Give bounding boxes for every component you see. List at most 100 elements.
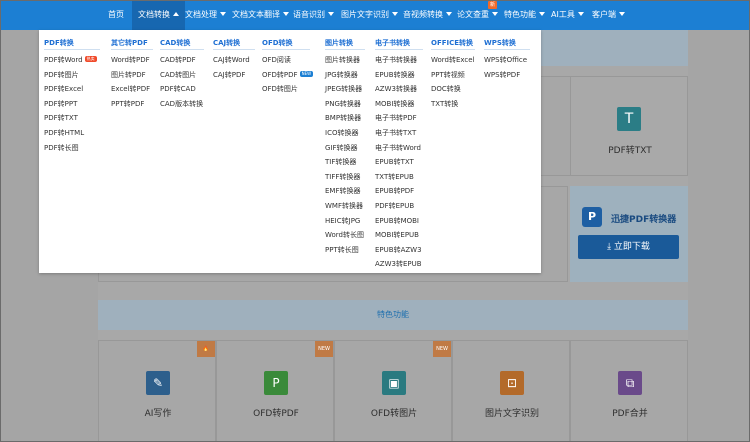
dropdown-item[interactable]: CAJ转Word: [213, 55, 250, 65]
nav-home[interactable]: 首页: [108, 0, 124, 30]
dropdown-item[interactable]: WMF转换器: [325, 201, 363, 211]
dropdown-item[interactable]: Word转长图: [325, 230, 364, 240]
dropdown-item[interactable]: PDF转TXT: [44, 113, 78, 123]
dropdown-item[interactable]: OFD转图片: [262, 84, 298, 94]
dropdown-item[interactable]: 图片转换器: [325, 55, 360, 65]
dropdown-item[interactable]: JPG转换器: [325, 70, 358, 80]
dropdown-item[interactable]: EPUB转换器: [375, 70, 415, 80]
download-button-label: 立即下载: [613, 242, 650, 252]
dropdown-item[interactable]: GIF转换器: [325, 143, 358, 153]
new-tag: NEW: [299, 70, 314, 77]
dropdown-item[interactable]: PDF转Excel: [44, 84, 83, 94]
dropdown-item[interactable]: ICO转换器: [325, 128, 358, 138]
dropdown-item[interactable]: PPT转PDF: [111, 99, 144, 109]
dropdown-item[interactable]: Excel转PDF: [111, 84, 150, 94]
feature-card[interactable]: ▣ OFD转图片 NEW: [334, 340, 452, 442]
dropdown-item[interactable]: PDF转长图: [44, 143, 79, 153]
dropdown-item[interactable]: MOBI转换器: [375, 99, 414, 109]
dropdown-item[interactable]: EPUB转PDF: [375, 186, 414, 196]
dropdown-column-divider: [111, 49, 153, 50]
dropdown-item[interactable]: TXT转EPUB: [375, 172, 414, 182]
nav-client[interactable]: 客户端: [592, 0, 625, 30]
dropdown-item[interactable]: BMP转换器: [325, 113, 361, 123]
dropdown-column-title[interactable]: 电子书转换: [375, 38, 410, 48]
dropdown-item[interactable]: CAD转图片: [160, 70, 196, 80]
dropdown-item[interactable]: JPEG转换器: [325, 84, 362, 94]
chevron-down-icon: [446, 12, 452, 16]
dropdown-item-label: EPUB转换器: [375, 70, 415, 79]
dropdown-column-title[interactable]: 图片转换: [325, 38, 353, 48]
feature-card[interactable]: ⧉ PDF合并: [570, 340, 688, 442]
dropdown-item[interactable]: PDF转CAD: [160, 84, 196, 94]
dropdown-item[interactable]: PDF转Word 热卖: [44, 55, 97, 65]
feature-card[interactable]: ⊡ 图片文字识别: [452, 340, 570, 442]
dropdown-item[interactable]: AZW3转EPUB: [375, 259, 422, 269]
nav-doc-process[interactable]: 文档处理: [185, 0, 226, 30]
feature-card[interactable]: ✎ AI写作 🔥: [98, 340, 216, 442]
dropdown-column-title[interactable]: CAD转换: [160, 38, 190, 48]
dropdown-item[interactable]: WPS转PDF: [484, 70, 520, 80]
dropdown-item[interactable]: TXT转换: [431, 99, 458, 109]
dropdown-item[interactable]: PPT转长图: [325, 245, 359, 255]
dropdown-item[interactable]: Word转Excel: [431, 55, 475, 65]
dropdown-item[interactable]: PPT转视频: [431, 70, 465, 80]
dropdown-column-title[interactable]: WPS转换: [484, 38, 516, 48]
dropdown-item[interactable]: TIF转换器: [325, 157, 356, 167]
dropdown-item[interactable]: CAD转PDF: [160, 55, 196, 65]
dropdown-item[interactable]: TIFF转换器: [325, 172, 360, 182]
dropdown-item[interactable]: MOBI转EPUB: [375, 230, 419, 240]
tool-card-pdf-txt[interactable]: T PDF转TXT: [570, 76, 688, 176]
dropdown-item[interactable]: DOC转换: [431, 84, 461, 94]
dropdown-item[interactable]: PNG转换器: [325, 99, 361, 109]
dropdown-item[interactable]: PDF转图片: [44, 70, 79, 80]
dropdown-item[interactable]: CAJ转PDF: [213, 70, 245, 80]
dropdown-item[interactable]: PDF转HTML: [44, 128, 84, 138]
dropdown-item[interactable]: AZW3转换器: [375, 84, 417, 94]
dropdown-item-label: OFD转图片: [262, 85, 298, 94]
dropdown-item[interactable]: 电子书转TXT: [375, 128, 416, 138]
dropdown-item[interactable]: EMF转换器: [325, 186, 361, 196]
nav-ai-tools[interactable]: AI工具: [551, 0, 584, 30]
dropdown-column-title[interactable]: PDF转换: [44, 38, 74, 48]
dropdown-item[interactable]: 图片转PDF: [111, 70, 146, 80]
nav-av-convert[interactable]: 音视频转换: [403, 0, 452, 30]
nav-speech[interactable]: 语音识别: [293, 0, 334, 30]
dropdown-item[interactable]: 电子书转换器: [375, 55, 417, 65]
dropdown-item[interactable]: CAD版本转换: [160, 99, 203, 109]
dropdown-item-label: PNG转换器: [325, 99, 361, 108]
nav-label: 文档处理: [185, 10, 217, 19]
pdf-converter-logo-icon: P: [582, 207, 602, 227]
dropdown-item-label: Word转Excel: [431, 56, 475, 64]
nav-doc-convert[interactable]: 文档转换: [132, 0, 185, 30]
dropdown-item[interactable]: EPUB转AZW3: [375, 245, 422, 255]
dropdown-item-label: PPT转PDF: [111, 99, 145, 108]
dropdown-column-title[interactable]: CAJ转换: [213, 38, 240, 48]
dropdown-item[interactable]: HEIC转JPG: [325, 216, 360, 226]
dropdown-item[interactable]: 电子书转Word: [375, 143, 421, 153]
dropdown-item[interactable]: WPS转Office: [484, 55, 527, 65]
dropdown-column-divider: [484, 49, 530, 50]
nav-features[interactable]: 特色功能: [504, 0, 545, 30]
dropdown-column-title[interactable]: OFFICE转换: [431, 38, 473, 48]
dropdown-item[interactable]: Word转PDF: [111, 55, 150, 65]
dropdown-column-title[interactable]: OFD转换: [262, 38, 293, 48]
tool-card-label: PDF转TXT: [608, 146, 652, 156]
nav-ocr[interactable]: 图片文字识别: [341, 0, 398, 30]
dropdown-item[interactable]: 电子书转PDF: [375, 113, 417, 123]
fire-icon: 🔥: [197, 341, 215, 357]
dropdown-item-label: EPUB转TXT: [375, 158, 414, 167]
dropdown-item[interactable]: EPUB转TXT: [375, 157, 414, 167]
dropdown-column-divider: [431, 49, 475, 50]
dropdown-item[interactable]: OFD阅读: [262, 55, 291, 65]
dropdown-item[interactable]: EPUB转MOBI: [375, 216, 419, 226]
dropdown-item[interactable]: OFD转PDF NEW: [262, 70, 314, 80]
feature-card[interactable]: P OFD转PDF NEW: [216, 340, 334, 442]
nav-label: 图片文字识别: [341, 10, 389, 19]
dropdown-item[interactable]: PDF转EPUB: [375, 201, 414, 211]
download-button[interactable]: ⤓ 立即下载: [578, 235, 679, 259]
dropdown-item[interactable]: PDF转PPT: [44, 99, 77, 109]
dropdown-item-label: ICO转换器: [325, 129, 359, 137]
nav-translate[interactable]: 文档文本翻译: [232, 0, 289, 30]
dropdown-column-title[interactable]: 其它转PDF: [111, 38, 148, 48]
feature-label: OFD转PDF: [253, 409, 299, 419]
